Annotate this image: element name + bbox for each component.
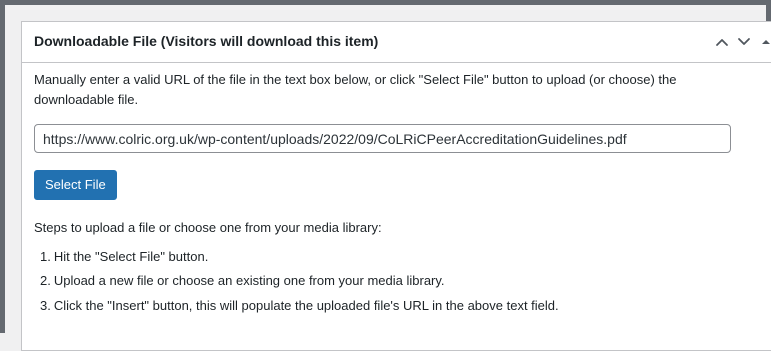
step-text: Hit the "Select File" button. <box>53 248 209 264</box>
instructions-text: Manually enter a valid URL of the file i… <box>34 72 677 107</box>
step-text: Upload a new file or choose an existing … <box>53 273 445 288</box>
list-item: 2. Upload a new file or choose an existin… <box>34 271 765 291</box>
metabox-title: Downloadable File (Visitors will downloa… <box>34 33 379 50</box>
metabox-header: Downloadable File (Visitors will downloa… <box>22 22 771 63</box>
step-number: 2. <box>40 273 51 288</box>
metabox-handle-actions <box>711 22 771 62</box>
admin-frame: Downloadable File (Visitors will downloa… <box>0 0 771 351</box>
toggle-panel-icon[interactable] <box>755 24 771 60</box>
move-down-icon[interactable] <box>733 24 755 60</box>
step-number: 1. <box>40 248 51 264</box>
file-url-input[interactable] <box>34 124 731 153</box>
list-item: 1. Hit the "Select File" button. <box>34 247 765 267</box>
select-file-button[interactable]: Select File <box>34 170 117 200</box>
list-item: 3. Click the "Insert" button, this will p… <box>34 296 765 316</box>
metabox-content: Manually enter a valid URL of the file i… <box>22 70 771 315</box>
downloadable-file-metabox: Downloadable File (Visitors will downloa… <box>21 21 771 351</box>
steps-list: 1. Hit the "Select File" button. 2. Upload… <box>34 247 765 316</box>
steps-heading: Steps to upload a file or choose one fro… <box>34 220 382 235</box>
move-up-icon[interactable] <box>711 24 733 60</box>
step-number: 3. <box>40 297 51 313</box>
step-text: Click the "Insert" button, this will pop… <box>53 297 559 313</box>
